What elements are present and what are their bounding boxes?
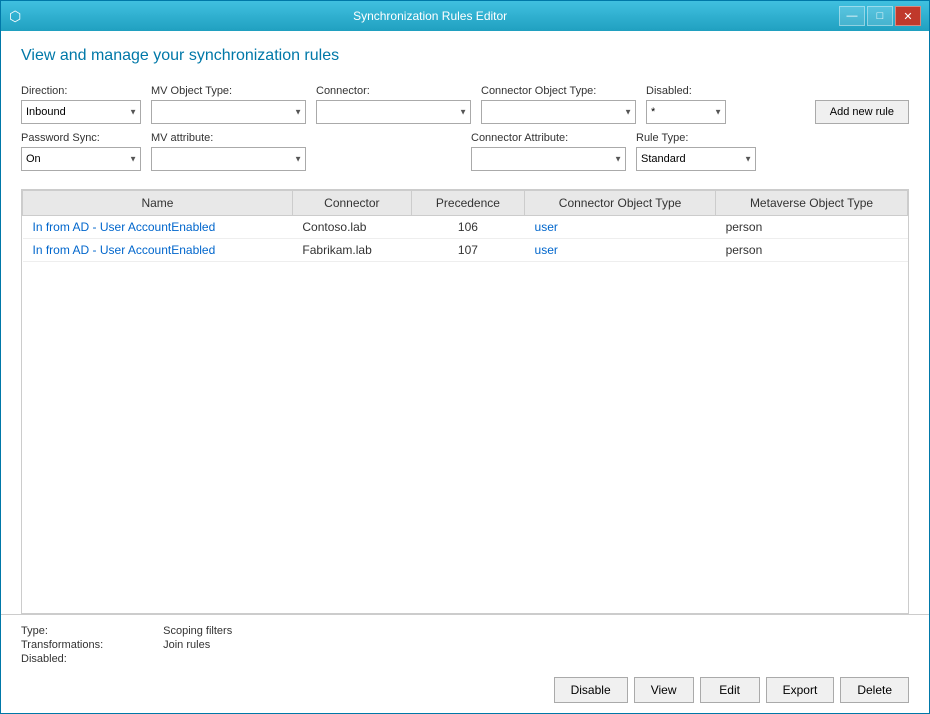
password-sync-filter-group: Password Sync: On Off bbox=[21, 132, 141, 171]
bottom-actions: Disable View Edit Export Delete bbox=[21, 677, 909, 703]
direction-label: Direction: bbox=[21, 85, 141, 97]
add-new-rule-button[interactable]: Add new rule bbox=[815, 100, 909, 124]
title-bar: ⬡ Synchronization Rules Editor — □ ✕ bbox=[1, 1, 929, 31]
cell-connector-object-type: user bbox=[525, 216, 716, 239]
rule-type-filter-group: Rule Type: Standard Sticky bbox=[636, 132, 756, 171]
col-name: Name bbox=[23, 191, 293, 216]
connector-attribute-label: Connector Attribute: bbox=[471, 132, 626, 144]
filter-row-1: Direction: Inbound Outbound MV Object Ty… bbox=[21, 85, 909, 124]
connector-attribute-select-wrapper[interactable] bbox=[471, 147, 626, 171]
disabled-select[interactable]: * Yes No bbox=[646, 100, 726, 124]
main-window: ⬡ Synchronization Rules Editor — □ ✕ Vie… bbox=[0, 0, 930, 714]
close-button[interactable]: ✕ bbox=[895, 6, 921, 26]
bottom-info: Type: Transformations: Disabled: Scoping… bbox=[21, 625, 909, 665]
delete-button[interactable]: Delete bbox=[840, 677, 909, 703]
edit-button[interactable]: Edit bbox=[700, 677, 760, 703]
table-row[interactable]: In from AD - User AccountEnabled Fabrika… bbox=[23, 239, 908, 262]
content-area: View and manage your synchronization rul… bbox=[1, 31, 929, 713]
page-header: View and manage your synchronization rul… bbox=[1, 31, 929, 75]
mv-attribute-filter-group: MV attribute: bbox=[151, 132, 306, 171]
bottom-info-right: Scoping filters Join rules bbox=[163, 625, 232, 665]
mv-object-type-select[interactable] bbox=[151, 100, 306, 124]
mv-object-type-filter-group: MV Object Type: bbox=[151, 85, 306, 124]
password-sync-select-wrapper[interactable]: On Off bbox=[21, 147, 141, 171]
app-icon: ⬡ bbox=[9, 8, 21, 25]
connector-attribute-filter-group: Connector Attribute: bbox=[471, 132, 626, 171]
table-header-row: Name Connector Precedence Connector Obje… bbox=[23, 191, 908, 216]
mv-attribute-select[interactable] bbox=[151, 147, 306, 171]
join-rules-label: Join rules bbox=[163, 639, 232, 651]
disabled-filter-group: Disabled: * Yes No bbox=[646, 85, 726, 124]
transformations-label: Transformations: bbox=[21, 639, 103, 651]
connector-object-type-label: Connector Object Type: bbox=[481, 85, 636, 97]
rules-table: Name Connector Precedence Connector Obje… bbox=[22, 190, 908, 262]
disabled-select-wrapper[interactable]: * Yes No bbox=[646, 100, 726, 124]
minimize-button[interactable]: — bbox=[839, 6, 865, 26]
rules-table-section: Name Connector Precedence Connector Obje… bbox=[21, 189, 909, 614]
window-title: Synchronization Rules Editor bbox=[21, 9, 839, 23]
mv-attribute-label: MV attribute: bbox=[151, 132, 306, 144]
connector-select[interactable] bbox=[316, 100, 471, 124]
mv-object-type-label: MV Object Type: bbox=[151, 85, 306, 97]
rule-type-select-wrapper[interactable]: Standard Sticky bbox=[636, 147, 756, 171]
table-body: In from AD - User AccountEnabled Contoso… bbox=[23, 216, 908, 262]
connector-label: Connector: bbox=[316, 85, 471, 97]
maximize-button[interactable]: □ bbox=[867, 6, 893, 26]
rule-type-select[interactable]: Standard Sticky bbox=[636, 147, 756, 171]
cell-connector: Fabrikam.lab bbox=[292, 239, 411, 262]
cell-precedence: 106 bbox=[411, 216, 524, 239]
rule-type-label: Rule Type: bbox=[636, 132, 756, 144]
export-button[interactable]: Export bbox=[766, 677, 835, 703]
bottom-info-left: Type: Transformations: Disabled: bbox=[21, 625, 103, 665]
table-row[interactable]: In from AD - User AccountEnabled Contoso… bbox=[23, 216, 908, 239]
direction-select-wrapper[interactable]: Inbound Outbound bbox=[21, 100, 141, 124]
type-label: Type: bbox=[21, 625, 103, 637]
window-controls: — □ ✕ bbox=[839, 6, 921, 26]
filters-section: Direction: Inbound Outbound MV Object Ty… bbox=[1, 75, 929, 189]
mv-object-type-select-wrapper[interactable] bbox=[151, 100, 306, 124]
disabled-label: Disabled: bbox=[646, 85, 726, 97]
filter-row-2: Password Sync: On Off MV attribute: bbox=[21, 132, 909, 171]
connector-object-type-select-wrapper[interactable] bbox=[481, 100, 636, 124]
cell-name[interactable]: In from AD - User AccountEnabled bbox=[23, 216, 293, 239]
connector-object-type-select[interactable] bbox=[481, 100, 636, 124]
connector-filter-group: Connector: bbox=[316, 85, 471, 124]
page-title: View and manage your synchronization rul… bbox=[21, 47, 909, 65]
cell-name[interactable]: In from AD - User AccountEnabled bbox=[23, 239, 293, 262]
disable-button[interactable]: Disable bbox=[554, 677, 628, 703]
view-button[interactable]: View bbox=[634, 677, 694, 703]
direction-select[interactable]: Inbound Outbound bbox=[21, 100, 141, 124]
connector-object-type-filter-group: Connector Object Type: bbox=[481, 85, 636, 124]
cell-metaverse-object-type: person bbox=[716, 239, 908, 262]
col-connector: Connector bbox=[292, 191, 411, 216]
cell-precedence: 107 bbox=[411, 239, 524, 262]
direction-filter-group: Direction: Inbound Outbound bbox=[21, 85, 141, 124]
col-precedence: Precedence bbox=[411, 191, 524, 216]
col-connector-object-type: Connector Object Type bbox=[525, 191, 716, 216]
password-sync-label: Password Sync: bbox=[21, 132, 141, 144]
bottom-panel: Type: Transformations: Disabled: Scoping… bbox=[1, 614, 929, 713]
mv-attribute-select-wrapper[interactable] bbox=[151, 147, 306, 171]
connector-attribute-select[interactable] bbox=[471, 147, 626, 171]
cell-connector: Contoso.lab bbox=[292, 216, 411, 239]
cell-metaverse-object-type: person bbox=[716, 216, 908, 239]
scoping-filters-label: Scoping filters bbox=[163, 625, 232, 637]
col-metaverse-object-type: Metaverse Object Type bbox=[716, 191, 908, 216]
disabled-info-label: Disabled: bbox=[21, 653, 103, 665]
connector-select-wrapper[interactable] bbox=[316, 100, 471, 124]
password-sync-select[interactable]: On Off bbox=[21, 147, 141, 171]
cell-connector-object-type: user bbox=[525, 239, 716, 262]
